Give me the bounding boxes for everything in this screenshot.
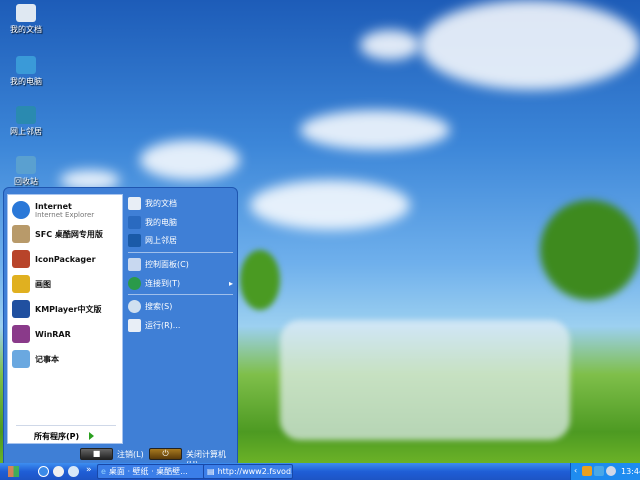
chevron-left-icon[interactable]: ‹: [574, 466, 577, 475]
paint-icon: [12, 275, 30, 293]
logoff-button[interactable]: ■: [80, 448, 113, 460]
program-kmplayer[interactable]: KMPlayer中文版: [12, 300, 102, 318]
my-documents-icon: [16, 4, 36, 22]
ie-icon: [12, 201, 30, 219]
recycle-bin-icon: [16, 156, 36, 174]
desktop-icon-recycle-bin[interactable]: 回收站: [4, 156, 48, 187]
sfc-icon: [12, 225, 30, 243]
network-places-icon: [128, 234, 141, 247]
clock[interactable]: 13:44: [621, 467, 640, 476]
my-documents-icon: [128, 197, 141, 210]
right-item-my-computer[interactable]: 我的电脑: [128, 216, 177, 229]
right-item-connect-to[interactable]: 连接到(T) ▸: [128, 277, 233, 290]
right-item-my-documents[interactable]: 我的文档: [128, 197, 177, 210]
program-iconpackager[interactable]: IconPackager: [12, 250, 96, 268]
divider: [128, 294, 233, 295]
desktop-icon-my-documents[interactable]: 我的文档: [4, 4, 48, 35]
connect-to-icon: [128, 277, 141, 290]
run-icon: [128, 319, 141, 332]
arrow-right-icon: ▸: [228, 279, 233, 288]
pinned-internet[interactable]: Internet Internet Explorer: [12, 201, 94, 219]
task-button-1[interactable]: e 桌面 · 壁纸 · 桌酷壁...: [97, 464, 205, 479]
network-icon[interactable]: [594, 466, 604, 476]
browser-icon[interactable]: [53, 466, 64, 477]
users-icon[interactable]: [582, 466, 592, 476]
notepad-icon: [12, 350, 30, 368]
network-places-icon: [16, 106, 36, 124]
system-tray: ‹ 13:44: [570, 463, 640, 480]
start-button[interactable]: [0, 463, 28, 480]
windows-logo-icon: [8, 466, 19, 477]
start-left-panel: Internet Internet Explorer SFC 桌酷网专用版 Ico…: [7, 194, 123, 444]
logoff-label[interactable]: 注销(L): [117, 449, 144, 460]
task-button-2[interactable]: ▤http://www2.fsvod.n...: [203, 464, 293, 479]
program-notepad[interactable]: 记事本: [12, 350, 59, 368]
arrow-right-icon: [89, 432, 95, 440]
right-item-search[interactable]: 搜索(S): [128, 300, 172, 313]
document-icon: ▤: [207, 467, 215, 476]
taskbar: » e桌面 · 壁纸 · 桌酷壁... ▤http://www2.fsvod.n…: [0, 463, 640, 480]
iconpackager-icon: [12, 250, 30, 268]
my-computer-icon: [16, 56, 36, 74]
program-paint[interactable]: 画图: [12, 275, 51, 293]
start-menu: Internet Internet Explorer SFC 桌酷网专用版 Ico…: [3, 187, 238, 469]
ie-icon[interactable]: [38, 466, 49, 477]
right-item-run[interactable]: 运行(R)...: [128, 319, 180, 332]
all-programs-button[interactable]: 所有程序(P): [34, 431, 95, 442]
right-item-control-panel[interactable]: 控制面板(C): [128, 258, 189, 271]
quicklaunch-overflow[interactable]: »: [86, 465, 92, 475]
power-icon: ⏻: [162, 449, 169, 458]
divider: [128, 252, 233, 253]
winrar-icon: [12, 325, 30, 343]
desktop-icon-my-computer[interactable]: 我的电脑: [4, 56, 48, 87]
my-computer-icon: [128, 216, 141, 229]
ie-icon: e: [101, 467, 106, 476]
clock-tray-icon[interactable]: [606, 466, 616, 476]
pinned-sfc[interactable]: SFC 桌酷网专用版: [12, 225, 103, 243]
search-icon: [128, 300, 141, 313]
divider: [16, 425, 116, 426]
program-winrar[interactable]: WinRAR: [12, 325, 71, 343]
control-panel-icon: [128, 258, 141, 271]
shutdown-button[interactable]: ⏻: [149, 448, 182, 460]
desktop-icon-network[interactable]: 网上邻居: [4, 106, 48, 137]
right-item-network[interactable]: 网上邻居: [128, 234, 177, 247]
media-icon[interactable]: [68, 466, 79, 477]
kmplayer-icon: [12, 300, 30, 318]
lock-icon: ■: [92, 449, 101, 458]
